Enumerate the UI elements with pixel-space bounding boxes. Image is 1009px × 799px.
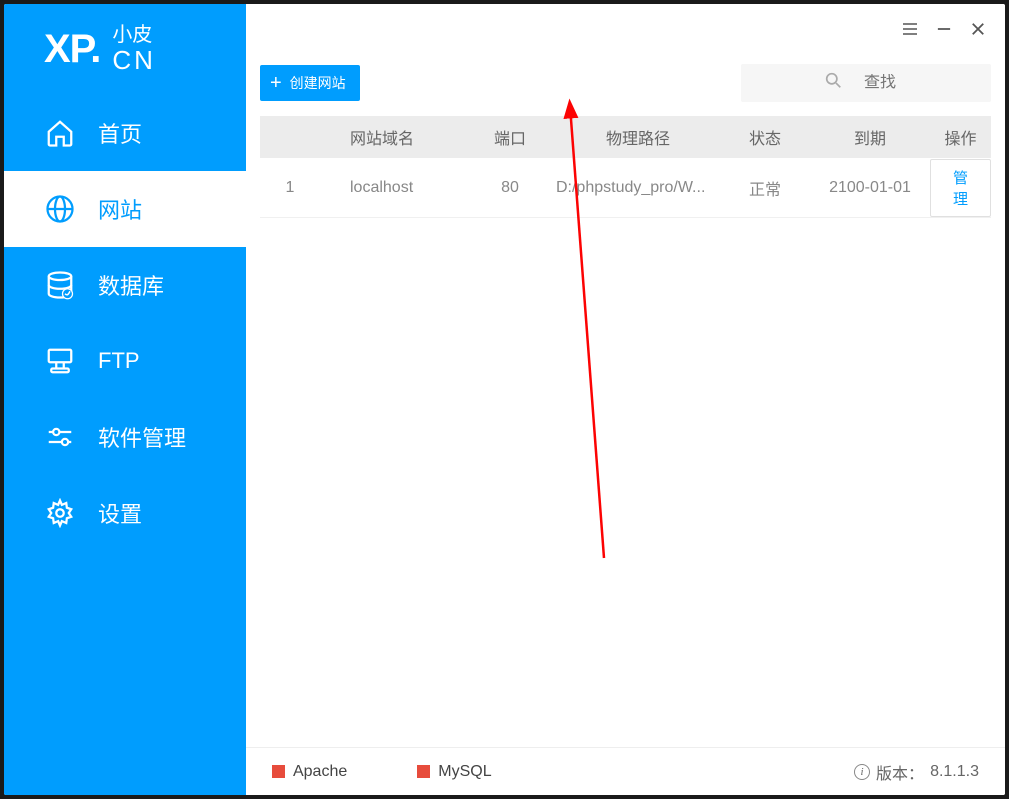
manage-button[interactable]: 管理 xyxy=(930,159,991,217)
menu-icon[interactable] xyxy=(901,20,919,38)
cell-domain: localhost xyxy=(320,179,470,197)
search-input[interactable] xyxy=(789,74,971,92)
status-indicator-icon xyxy=(417,765,430,778)
home-icon xyxy=(44,117,76,149)
create-button-label: 创建网站 xyxy=(290,73,346,93)
database-icon xyxy=(44,269,76,301)
globe-icon xyxy=(44,193,76,225)
col-header-path: 物理路径 xyxy=(550,125,720,149)
col-header-port: 端口 xyxy=(470,125,550,149)
minimize-icon[interactable] xyxy=(935,20,953,38)
col-header-status: 状态 xyxy=(720,125,810,149)
sidebar-item-label: 数据库 xyxy=(98,269,164,301)
ftp-icon xyxy=(44,345,76,377)
logo: XP. 小皮 CN xyxy=(4,4,246,95)
sidebar-item-ftp[interactable]: FTP xyxy=(4,323,246,399)
table-header-row: 网站域名 端口 物理路径 状态 到期 操作 xyxy=(260,116,991,158)
sidebar-item-label: 设置 xyxy=(98,497,142,529)
sidebar: XP. 小皮 CN 首页 网站 xyxy=(4,4,246,795)
plus-icon: + xyxy=(270,76,282,90)
sidebar-item-settings[interactable]: 设置 xyxy=(4,475,246,551)
app-window: XP. 小皮 CN 首页 网站 xyxy=(4,4,1005,795)
logo-main: XP. xyxy=(44,27,100,72)
service-mysql[interactable]: MySQL xyxy=(417,763,491,781)
col-header-domain: 网站域名 xyxy=(320,125,470,149)
titlebar xyxy=(246,4,1005,54)
cell-index: 1 xyxy=(260,179,320,197)
sidebar-item-label: 网站 xyxy=(98,193,142,225)
sidebar-item-database[interactable]: 数据库 xyxy=(4,247,246,323)
status-services: Apache MySQL xyxy=(272,763,492,781)
cell-status: 正常 xyxy=(720,176,810,200)
search-icon xyxy=(825,72,842,94)
sliders-icon xyxy=(44,421,76,453)
website-table: 网站域名 端口 物理路径 状态 到期 操作 1 localhost 80 D:/… xyxy=(246,116,1005,747)
sidebar-item-website[interactable]: 网站 xyxy=(4,171,246,247)
status-indicator-icon xyxy=(272,765,285,778)
col-header-action: 操作 xyxy=(930,125,991,149)
search-box[interactable] xyxy=(741,64,991,102)
statusbar: Apache MySQL i 版本： 8.1.1.3 xyxy=(246,747,1005,795)
main-area: XP. 小皮 CN 首页 网站 xyxy=(4,4,1005,795)
close-icon[interactable] xyxy=(969,20,987,38)
version-label: 版本： xyxy=(876,760,924,784)
sidebar-item-software[interactable]: 软件管理 xyxy=(4,399,246,475)
gear-icon xyxy=(44,497,76,529)
logo-bottom-text: CN xyxy=(112,46,156,75)
logo-top-text: 小皮 xyxy=(112,24,156,46)
table-row[interactable]: 1 localhost 80 D:/phpstudy_pro/W... 正常 2… xyxy=(260,158,991,218)
version-value: 8.1.1.3 xyxy=(930,763,979,781)
sidebar-item-home[interactable]: 首页 xyxy=(4,95,246,171)
cell-port: 80 xyxy=(470,179,550,197)
content-area: + 创建网站 网站域名 端口 物理路径 状态 到期 xyxy=(246,4,1005,795)
cell-action: 管理 xyxy=(930,159,991,217)
version-info: i 版本： 8.1.1.3 xyxy=(854,760,979,784)
info-icon: i xyxy=(854,764,870,780)
cell-expire: 2100-01-01 xyxy=(810,179,930,197)
toolbar: + 创建网站 xyxy=(246,54,1005,116)
col-header-expire: 到期 xyxy=(810,125,930,149)
service-name: MySQL xyxy=(438,763,491,781)
service-name: Apache xyxy=(293,763,347,781)
sidebar-item-label: 首页 xyxy=(98,117,142,149)
create-website-button[interactable]: + 创建网站 xyxy=(260,65,360,101)
sidebar-item-label: 软件管理 xyxy=(98,421,186,453)
service-apache[interactable]: Apache xyxy=(272,763,347,781)
sidebar-item-label: FTP xyxy=(98,348,140,374)
cell-path: D:/phpstudy_pro/W... xyxy=(550,179,720,197)
